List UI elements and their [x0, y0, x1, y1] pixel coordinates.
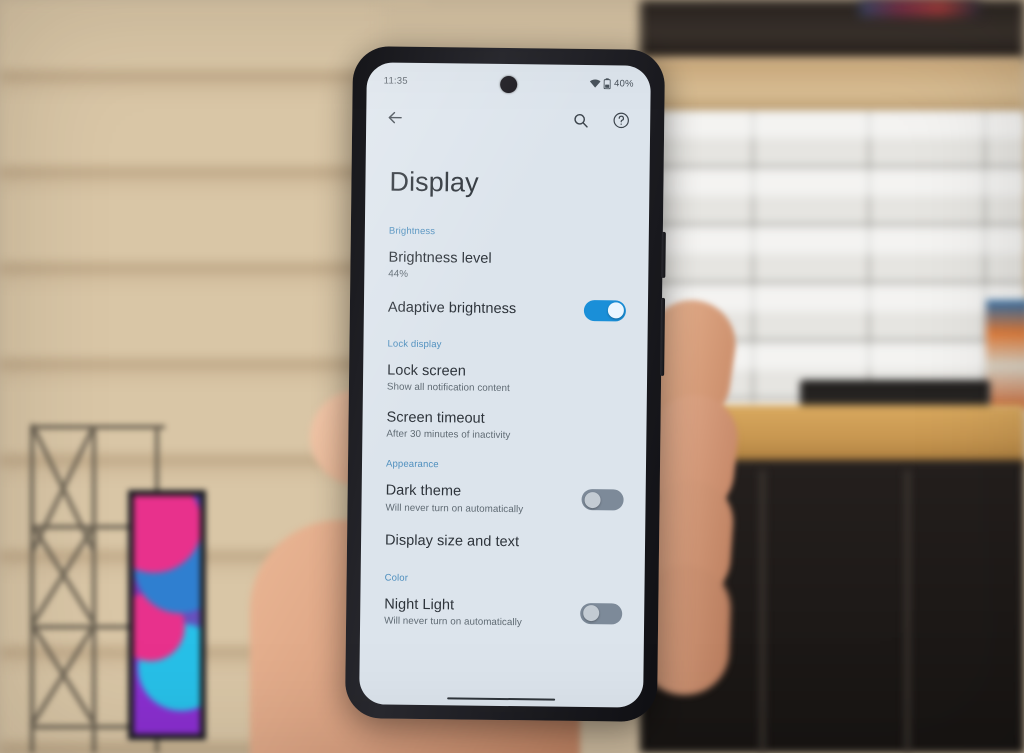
power-button[interactable] — [661, 231, 666, 278]
section-header-color: Color — [384, 572, 409, 584]
row-screen-timeout[interactable]: Screen timeout After 30 minutes of inact… — [362, 401, 647, 452]
row-title: Display size and text — [384, 532, 520, 551]
app-bar-actions — [569, 109, 632, 132]
section-header-brightness: Brightness — [388, 225, 436, 238]
battery-icon — [603, 77, 612, 89]
row-lock-screen[interactable]: Lock screen Show all notification conten… — [363, 353, 648, 404]
row-subtitle: Will never turn on automatically — [385, 502, 524, 515]
row-subtitle: Will never turn on automatically — [384, 615, 522, 628]
row-subtitle: After 30 minutes of inactivity — [386, 428, 511, 442]
row-title: Dark theme — [385, 482, 462, 500]
row-title: Night Light — [384, 596, 455, 613]
counter-package — [986, 300, 1024, 410]
help-circle-icon[interactable] — [610, 109, 632, 131]
row-title: Brightness level — [388, 249, 492, 267]
battery-percent: 40% — [613, 77, 634, 90]
back-arrow-icon[interactable] — [384, 107, 406, 129]
shelf-items — [860, 0, 980, 16]
phone-screen: 11:35 40% Display Brightness Brightness … — [359, 62, 651, 708]
toggle-adaptive-brightness[interactable] — [583, 299, 627, 322]
row-brightness-level[interactable]: Brightness level 44% — [364, 240, 649, 291]
status-time: 11:35 — [383, 74, 408, 87]
smartphone: 11:35 40% Display Brightness Brightness … — [344, 46, 666, 722]
section-header-lock-display: Lock display — [387, 338, 442, 351]
row-title: Lock screen — [387, 362, 466, 380]
app-bar — [366, 96, 650, 141]
framed-artwork — [128, 490, 206, 740]
row-dark-theme[interactable]: Dark theme Will never turn on automatica… — [361, 474, 646, 525]
section-header-appearance: Appearance — [385, 458, 439, 471]
row-title: Screen timeout — [386, 409, 485, 428]
toggle-night-light[interactable] — [580, 602, 623, 625]
settings-list[interactable]: Brightness Brightness level 44% Adaptive… — [359, 214, 649, 707]
status-bar: 11:35 40% — [367, 62, 651, 95]
row-night-light[interactable]: Night Light Will never turn on automatic… — [360, 587, 645, 638]
wifi-icon — [590, 79, 601, 88]
row-subtitle: Show all notification content — [386, 381, 510, 395]
page-title: Display — [389, 166, 479, 198]
cabinet-seam — [905, 470, 910, 753]
toggle-dark-theme[interactable] — [581, 489, 624, 511]
row-title: Adaptive brightness — [387, 299, 517, 318]
status-indicators: 40% — [590, 77, 634, 90]
search-icon[interactable] — [569, 109, 591, 131]
row-subtitle: 44% — [388, 268, 409, 280]
wood-shelf-board — [640, 58, 1024, 116]
row-display-size-and-text[interactable]: Display size and text — [361, 521, 645, 564]
row-adaptive-brightness[interactable]: Adaptive brightness — [364, 287, 648, 330]
cabinet-seam — [760, 470, 765, 753]
